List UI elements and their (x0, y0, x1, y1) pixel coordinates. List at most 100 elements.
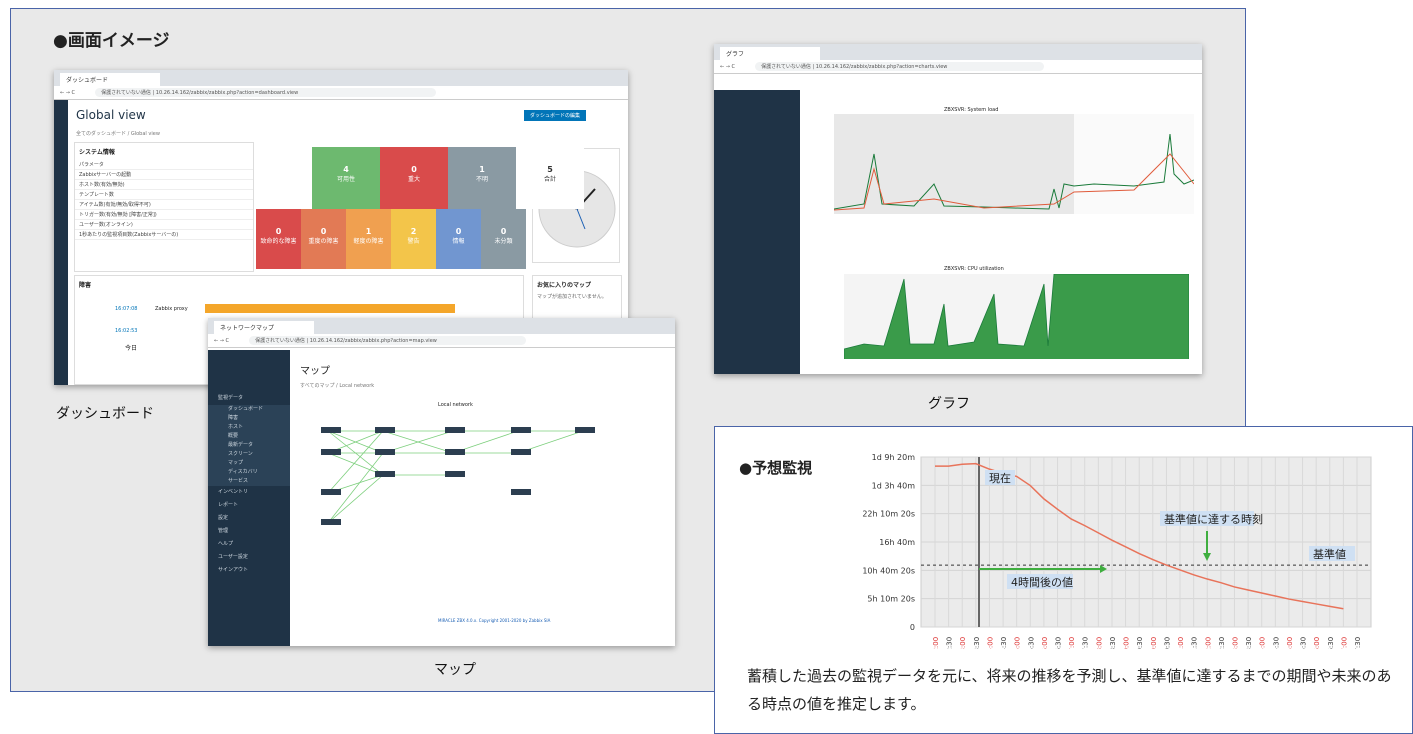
network-map[interactable] (313, 413, 613, 563)
x-tick-label: 03:00 (959, 637, 967, 649)
problem-severity-tile[interactable]: 0 情報 (436, 209, 481, 269)
sidebar-subitem[interactable]: サービス (208, 477, 290, 486)
problem-host-1[interactable]: Zabbix proxy (155, 306, 188, 312)
x-tick-label: 07:30 (1082, 637, 1090, 649)
problem-severity-tile[interactable]: 0 未分類 (481, 209, 526, 269)
sysinfo-row: アイテム数(有効/無効/取得不可) (75, 200, 253, 210)
breadcrumb[interactable]: 全てのダッシュボード / Global view (76, 130, 160, 137)
x-tick-label: 08:30 (1109, 637, 1117, 649)
sysinfo-row: トリガー数(有効/無効 [障害/正常]) (75, 210, 253, 220)
page-title: Global view (76, 108, 146, 122)
problem-time-1: 16:07:08 (115, 306, 138, 312)
sidebar-subitem[interactable]: スクリーン (208, 450, 290, 459)
problem-bar[interactable] (205, 304, 455, 313)
sidebar-item[interactable]: サインアウト (208, 564, 290, 577)
y-tick-label: 16h 40m (879, 538, 915, 547)
page-title: マップ (300, 366, 330, 377)
footer-text: MIRACLE ZBX 4.0.x. Copyright 2001-2020 b… (438, 618, 551, 623)
caption-graph: グラフ (928, 396, 970, 412)
label-now: 現在 (989, 472, 1011, 485)
host-availability-tile[interactable]: 5 合計 (516, 147, 584, 209)
icon-sidebar (54, 100, 68, 385)
x-tick-label: 02:00 (932, 637, 940, 649)
address-bar[interactable]: ← → C 保護されていない通信 | 10.26.14.162/zabbix/za… (208, 334, 675, 348)
y-tick-label: 10h 40m 20s (862, 566, 915, 575)
browser-tab[interactable]: グラフ (720, 47, 820, 60)
sidebar-item[interactable]: レポート (208, 499, 290, 512)
caption-map: マップ (434, 662, 476, 678)
x-tick-label: 10:30 (1163, 637, 1171, 649)
sidebar-subitem[interactable]: ダッシュボード (208, 405, 290, 414)
main-sidebar: 監視データ ダッシュボード 障害 ホスト 概要 最新データ スクリーン マップ ディスカバリ サー… (208, 350, 290, 646)
sidebar-item[interactable]: 設定 (208, 512, 290, 525)
sidebar-item[interactable]: ヘルプ (208, 538, 290, 551)
x-tick-label: 05:30 (1027, 637, 1035, 649)
x-tick-label: 04:00 (986, 637, 994, 649)
label-4h-value: 4時間後の値 (1011, 575, 1073, 589)
label-threshold: 基準値 (1313, 547, 1346, 561)
x-tick-label: 09:30 (1136, 637, 1144, 649)
sysinfo-title: システム情報 (79, 149, 115, 156)
sidebar-subitem[interactable]: 障害 (208, 414, 290, 423)
map-name: Local network (438, 402, 473, 408)
problem-severity-tile[interactable]: 1 軽度の障害 (346, 209, 391, 269)
prediction-description: 蓄積した過去の監視データを元に、将来の推移を予測し、基準値に達するまでの期間や未… (747, 667, 1392, 713)
host-availability-tile[interactable]: 4 可用性 (312, 147, 380, 209)
sidebar-subitem[interactable]: 概要 (208, 432, 290, 441)
x-tick-label: 16:00 (1313, 637, 1321, 649)
url-text[interactable]: 保護されていない通信 | 10.26.14.162/zabbix/zabbix.… (95, 88, 436, 97)
sidebar-subitem[interactable]: ホスト (208, 423, 290, 432)
x-tick-label: 13:00 (1231, 637, 1239, 649)
browser-tab-bar: グラフ (714, 44, 1202, 60)
problem-severity-tile[interactable]: 0 重度の障害 (301, 209, 346, 269)
prediction-chart: 0 5h 10m 20s 10h 40m 20s 16h 40m 22h 10m 20s… (862, 453, 1372, 649)
favorite-maps-title: お気に入りのマップ (537, 282, 592, 289)
prediction-panel: ●予想監視 0 5h 10m 20s 10h 40m 20s 16h 40m 22h 1… (714, 426, 1413, 734)
sysinfo-row: 1秒あたりの監視項目数(Zabbixサーバーの) (75, 230, 253, 240)
x-tick-label: 16:30 (1327, 637, 1335, 649)
address-bar[interactable]: ← → C 保護されていない通信 | 10.26.14.162/zabbix/za… (54, 86, 628, 100)
chart2-title: ZBXSVR: CPU utilization (944, 266, 1004, 272)
host-availability-tile[interactable]: 0 重大 (380, 147, 448, 209)
y-tick-label: 0 (910, 623, 915, 632)
sysinfo-row: パラメータ (75, 160, 253, 170)
url-text[interactable]: 保護されていない通信 | 10.26.14.162/zabbix/zabbix.… (755, 62, 1045, 71)
sidebar-item[interactable]: 管理 (208, 525, 290, 538)
label-reach-time: 基準値に達する時刻 (1164, 512, 1263, 526)
x-tick-label: 03:30 (973, 637, 981, 649)
sysinfo-row: ユーザー数(オンライン) (75, 220, 253, 230)
y-tick-label: 22h 10m 20s (862, 510, 915, 519)
browser-tab-bar: ダッシュボード (54, 70, 628, 86)
caption-dashboard: ダッシュボード (56, 406, 154, 422)
problem-severity-tile[interactable]: 0 致命的な障害 (256, 209, 301, 269)
browser-tab[interactable]: ダッシュボード (60, 73, 160, 86)
cpu-utilization-chart (844, 274, 1189, 359)
y-tick-label: 1d 3h 40m (872, 481, 916, 490)
sidebar-subitem[interactable]: 最新データ (208, 441, 290, 450)
x-tick-label: 12:00 (1204, 637, 1212, 649)
browser-tab[interactable]: ネットワークマップ (214, 321, 314, 334)
x-tick-label: 02:30 (946, 637, 954, 649)
sidebar-item[interactable]: インベントリ (208, 486, 290, 499)
x-tick-label: 17:00 (1340, 637, 1348, 649)
url-text[interactable]: 保護されていない通信 | 10.26.14.162/zabbix/zabbix.… (249, 336, 526, 345)
sysinfo-row: ホスト数(有効/無効) (75, 180, 253, 190)
system-load-chart (834, 114, 1194, 214)
edit-dashboard-button[interactable]: ダッシュボードの編集 (524, 110, 587, 121)
sidebar-item[interactable]: 監視データ (208, 392, 290, 405)
prediction-title: ●予想監視 (739, 459, 813, 477)
breadcrumb[interactable]: すべてのマップ / Local network (300, 382, 374, 389)
sysinfo-widget: システム情報 パラメータ Zabbixサーバーの起動 ホスト数(有効/無効) テンプレ… (74, 142, 254, 272)
x-tick-label: 12:30 (1218, 637, 1226, 649)
problem-today: 今日 (125, 345, 138, 352)
screen-image-heading: ●画面イメージ (53, 31, 170, 51)
sidebar-item[interactable]: ユーザー設定 (208, 551, 290, 564)
x-tick-label: 07:00 (1068, 637, 1076, 649)
browser-tab-bar: ネットワークマップ (208, 318, 675, 334)
host-availability-tile[interactable]: 1 不明 (448, 147, 516, 209)
address-bar[interactable]: ← → C 保護されていない通信 | 10.26.14.162/zabbix/za… (714, 60, 1202, 74)
sidebar-subitem[interactable]: ディスカバリ (208, 468, 290, 477)
sidebar-subitem[interactable]: マップ (208, 459, 290, 468)
favorite-maps-text: マップが追加されていません。 (537, 294, 607, 300)
problem-severity-tile[interactable]: 2 警告 (391, 209, 436, 269)
